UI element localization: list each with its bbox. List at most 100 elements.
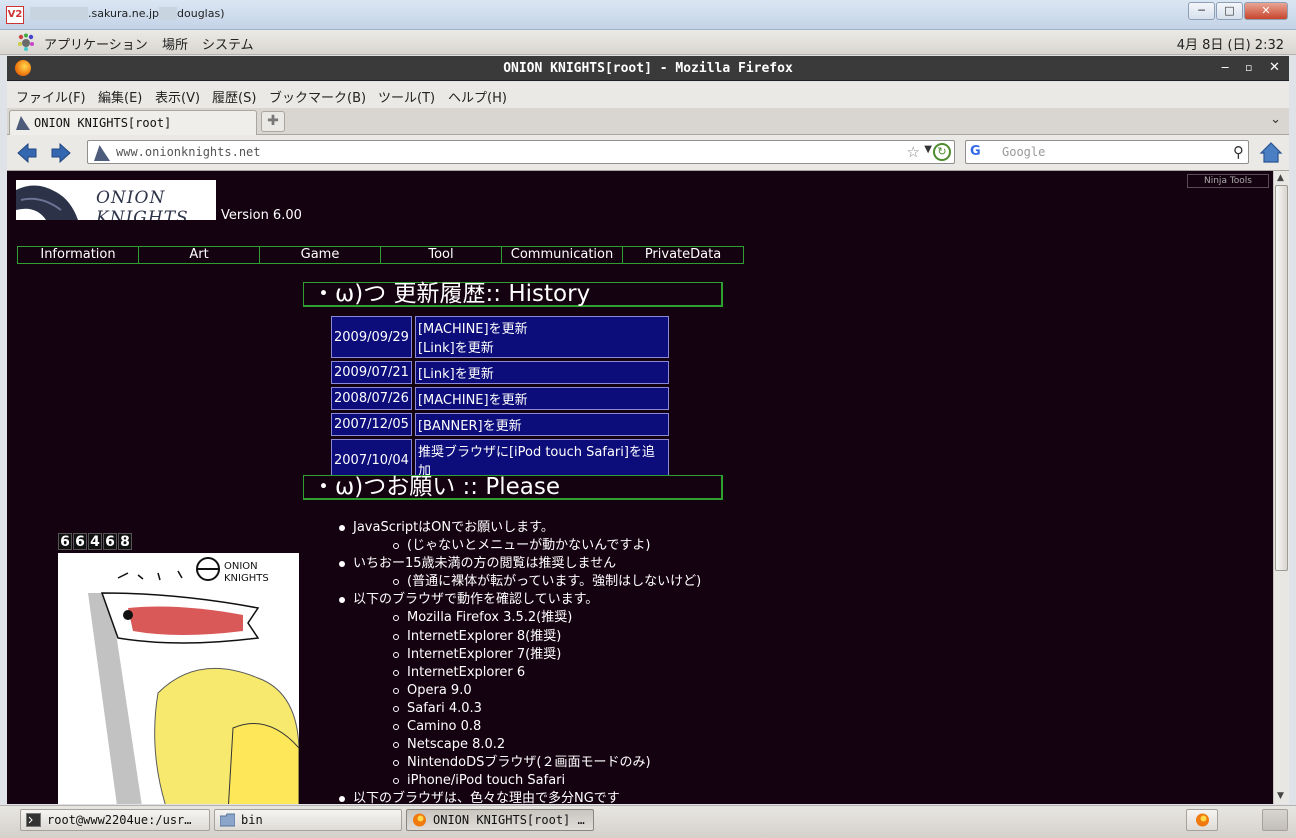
url-text[interactable]: www.onionknights.net [116, 145, 261, 159]
history-table: 2009/09/29 [MACHINE]を更新 [Link]を更新 2009/07… [328, 313, 672, 484]
gnome-menu-system[interactable]: システム [202, 34, 254, 53]
list-item: JavaScriptはONでお願いします。 [339, 519, 701, 537]
search-input[interactable]: Google [1002, 145, 1045, 159]
gnome-menu-applications[interactable]: アプリケーション [44, 34, 148, 53]
menu-history[interactable]: 履歴(S) [212, 87, 256, 106]
tab-onion-knights[interactable]: ONION KNIGHTS[root] [9, 110, 257, 135]
nav-item-privatedata[interactable]: PrivateData [622, 246, 744, 264]
vnc-minimize-button[interactable]: ─ [1188, 2, 1215, 20]
table-row: 2008/07/26 [MACHINE]を更新 [331, 387, 669, 410]
back-arrow-icon[interactable] [15, 141, 39, 165]
firefox-navbar: www.onionknights.net ☆ ▼ ↻ G Google ⚲ [7, 135, 1289, 171]
scrollbar-thumb[interactable] [1275, 185, 1288, 571]
nav-item-art[interactable]: Art [138, 246, 260, 264]
table-row: 2009/07/21 [Link]を更新 [331, 361, 669, 384]
please-item-text: (普通に裸体が転がっています。強制はしないけど) [407, 574, 702, 590]
menu-edit[interactable]: 編集(E) [98, 87, 142, 106]
new-tab-button[interactable]: ✚ [261, 111, 285, 132]
list-item: NintendoDSブラウザ(２画面モードのみ) [353, 754, 701, 772]
nav-item-tool[interactable]: Tool [380, 246, 502, 264]
please-item-text: いちおー15歳未満の方の閲覧は推奨しません [353, 556, 617, 572]
firefox-close-button[interactable]: ✕ [1269, 60, 1280, 75]
home-icon[interactable] [1259, 140, 1283, 164]
counter-digit: 6 [73, 533, 87, 550]
kite-logo-text: ONION KNIGHTS [224, 561, 269, 584]
url-bar[interactable]: www.onionknights.net ☆ ▼ ↻ [87, 140, 955, 164]
url-history-dropdown-icon[interactable]: ▼ [924, 144, 932, 155]
history-date: 2009/09/29 [331, 316, 412, 358]
site-identity-icon[interactable] [94, 145, 110, 161]
menu-view[interactable]: 表示(V) [155, 87, 200, 106]
bookmark-star-icon[interactable]: ☆ [907, 143, 920, 161]
koinobori-drawing [88, 557, 299, 804]
reload-icon[interactable]: ↻ [933, 143, 951, 161]
menu-tools[interactable]: ツール(T) [378, 87, 435, 106]
list-item: Opera 9.0 [353, 682, 701, 700]
nav-item-information[interactable]: Information [17, 246, 139, 264]
taskbar-item-firefox[interactable]: ONION KNIGHTS[root] … [406, 809, 594, 831]
history-desc[interactable]: [Link]を更新 [414, 361, 669, 384]
list-item: 以下のブラウザは、色々な理由で多分NGです [339, 790, 701, 804]
koinobori-illustration: ONION KNIGHTS [58, 553, 299, 804]
folder-icon [220, 813, 235, 827]
site-logo-banner[interactable]: ONION KNIGHTS [16, 180, 216, 220]
menu-help[interactable]: ヘルプ(H) [448, 87, 507, 106]
please-item-text: Mozilla Firefox 3.5.2(推奨) [407, 610, 573, 626]
firefox-titlebar: ONION KNIGHTS[root] - Mozilla Firefox ‒ … [7, 56, 1289, 81]
firefox-maximize-button[interactable]: ▫ [1245, 61, 1252, 74]
tab-list-chevron-icon[interactable]: ⌄ [1270, 112, 1281, 127]
please-item-text: NintendoDSブラウザ(２画面モードのみ) [407, 755, 651, 771]
gnome-foot-icon[interactable] [16, 33, 36, 51]
history-desc[interactable]: [MACHINE]を更新 [414, 387, 669, 410]
counter-digit: 4 [88, 533, 102, 550]
counter-digit: 6 [58, 533, 72, 550]
page-scrollbar[interactable]: ▲ ▼ [1273, 171, 1289, 804]
history-desc[interactable]: [BANNER]を更新 [414, 413, 669, 436]
site-favicon-icon [16, 116, 30, 130]
history-desc-line[interactable]: [Link]を更新 [418, 337, 666, 356]
scroll-up-arrow-icon[interactable]: ▲ [1277, 173, 1284, 183]
list-item: iPhone/iPod touch Safari [353, 772, 701, 790]
gnome-menu-places[interactable]: 場所 [162, 34, 188, 53]
taskbar-item-folder[interactable]: bin [214, 809, 402, 831]
menu-file[interactable]: ファイル(F) [16, 87, 86, 106]
please-item-text: 以下のブラウザで動作を確認しています。 [353, 592, 599, 608]
scroll-down-arrow-icon[interactable]: ▼ [1277, 791, 1284, 801]
panel-clock[interactable]: 4月 8日 (日) 2:32 [1177, 34, 1284, 53]
please-heading: ・ω)つお願い :: Please [303, 475, 723, 500]
list-item: いちおー15歳未満の方の閲覧は推奨しません [339, 555, 701, 573]
history-desc-line[interactable]: [MACHINE]を更新 [418, 318, 666, 337]
list-item: InternetExplorer 8(推奨) [353, 628, 701, 646]
vnc-window-titlebar: V2 .sakura.ne.jp douglas) ─ □ ✕ [0, 0, 1296, 30]
please-item-text: (じゃないとメニューが動かないんですよ) [407, 538, 651, 554]
vnc-maximize-button[interactable]: □ [1216, 2, 1243, 20]
forward-arrow-icon[interactable] [49, 141, 73, 165]
vnc-title-host: .sakura.ne.jp [88, 7, 160, 20]
vnc-close-button[interactable]: ✕ [1244, 2, 1288, 20]
please-item-text: 以下のブラウザは、色々な理由で多分NGです [353, 791, 620, 804]
firefox-minimize-button[interactable]: ‒ [1221, 60, 1229, 75]
search-go-icon[interactable]: ⚲ [1233, 143, 1244, 161]
list-item: (普通に裸体が転がっています。強制はしないけど) [353, 573, 701, 591]
nav-item-game[interactable]: Game [259, 246, 381, 264]
vnc-window-title: .sakura.ne.jp douglas) [30, 7, 225, 20]
nav-item-communication[interactable]: Communication [501, 246, 623, 264]
firefox-menubar: ファイル(F) 編集(E) 表示(V) 履歴(S) ブックマーク(B) ツール(… [7, 82, 1289, 108]
please-item-text: JavaScriptはONでお願いします。 [353, 520, 554, 535]
google-engine-icon[interactable]: G [970, 144, 981, 159]
history-desc: [MACHINE]を更新 [Link]を更新 [414, 316, 669, 358]
vnc-title-user: douglas) [177, 7, 225, 20]
history-date: 2007/12/05 [331, 413, 412, 436]
taskbar-item-label: ONION KNIGHTS[root] … [433, 813, 585, 827]
counter-digit: 8 [118, 533, 132, 550]
taskbar-item-terminal[interactable]: root@www2204ue:/usr… [20, 809, 210, 831]
please-item-text: Netscape 8.0.2 [407, 737, 506, 753]
search-bar[interactable]: G Google ⚲ [965, 140, 1249, 164]
ninja-tools-badge[interactable]: Ninja Tools [1187, 174, 1269, 188]
workspace-switcher[interactable] [1262, 809, 1288, 831]
menu-bookmarks[interactable]: ブックマーク(B) [269, 87, 366, 106]
please-item-text: InternetExplorer 8(推奨) [407, 628, 562, 644]
vnc-app-icon: V2 [6, 6, 24, 24]
workspace-firefox-thumb[interactable] [1186, 809, 1218, 831]
please-item-text: InternetExplorer 6 [407, 664, 526, 680]
